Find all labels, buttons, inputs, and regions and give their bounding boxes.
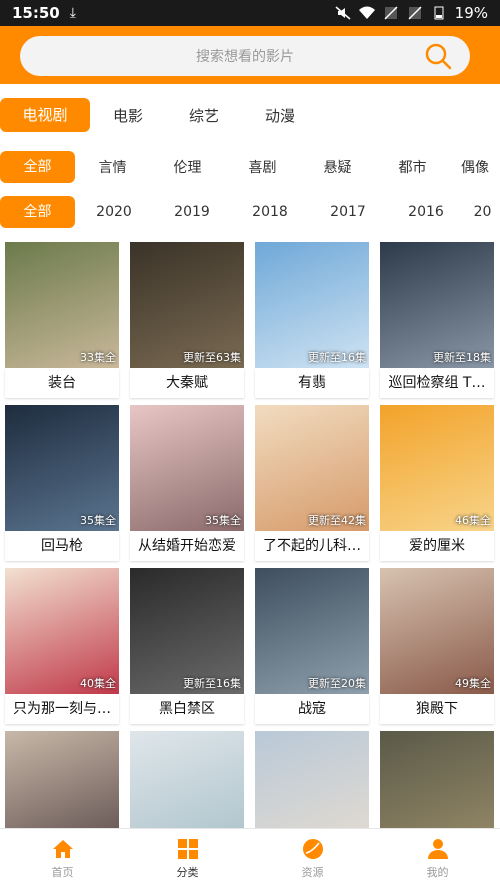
show-card[interactable]: 更新至18集巡回检察组 T…	[380, 242, 494, 398]
year-2016[interactable]: 2016	[387, 204, 465, 220]
genre-filter: 全部 言情 伦理 喜剧 悬疑 都市 偶像	[0, 151, 500, 183]
header: 搜索想看的影片	[0, 26, 500, 84]
episode-badge: 33集全	[80, 351, 116, 364]
search-icon[interactable]	[424, 42, 452, 70]
show-card[interactable]: 更新至16集黑白禁区	[130, 568, 244, 724]
show-poster[interactable]: 33集全	[5, 242, 119, 368]
year-2018[interactable]: 2018	[231, 204, 309, 220]
episode-badge: 更新至18集	[433, 351, 491, 364]
nav-category[interactable]: 分类	[125, 829, 250, 888]
show-poster[interactable]: 35集全	[5, 405, 119, 531]
episode-badge: 40集全	[80, 677, 116, 690]
show-poster[interactable]: 更新至42集	[255, 405, 369, 531]
episode-badge: 35集全	[80, 514, 116, 527]
episode-badge: 35集全	[205, 514, 241, 527]
show-poster[interactable]: 46集全	[380, 405, 494, 531]
episode-badge: 46集全	[455, 514, 491, 527]
show-card[interactable]: 更新至16集有翡	[255, 242, 369, 398]
wifi-icon	[358, 6, 375, 19]
show-card[interactable]: 49集全狼殿下	[380, 568, 494, 724]
year-filter: 全部 2020 2019 2018 2017 2016 20	[0, 196, 500, 228]
signal-icon	[384, 6, 398, 20]
show-poster[interactable]: 49集全	[380, 568, 494, 694]
nav-resource-label: 资源	[301, 865, 324, 879]
show-poster[interactable]: 更新至20集	[255, 568, 369, 694]
signal-icon-2	[408, 6, 422, 20]
episode-badge: 更新至16集	[183, 677, 241, 690]
show-poster[interactable]: 更新至16集	[130, 568, 244, 694]
show-poster[interactable]: 更新至18集	[380, 242, 494, 368]
show-title[interactable]: 狼殿下	[380, 694, 494, 724]
nav-home-label: 首页	[51, 865, 74, 879]
tab-tv-series[interactable]: 电视剧	[0, 98, 90, 132]
show-title[interactable]: 只为那一刻与…	[5, 694, 119, 724]
episode-badge: 更新至20集	[308, 677, 366, 690]
nav-category-label: 分类	[176, 865, 199, 879]
genre-romance[interactable]: 言情	[75, 157, 150, 177]
genre-all[interactable]: 全部	[0, 151, 75, 183]
show-poster[interactable]: 更新至63集	[130, 242, 244, 368]
show-title[interactable]: 战寇	[255, 694, 369, 724]
show-poster[interactable]: 35集全	[130, 405, 244, 531]
show-title[interactable]: 回马枪	[5, 531, 119, 561]
show-card[interactable]: 46集全爱的厘米	[380, 405, 494, 561]
genre-urban[interactable]: 都市	[375, 157, 450, 177]
show-title[interactable]: 大秦赋	[130, 368, 244, 398]
genre-ethics[interactable]: 伦理	[150, 157, 225, 177]
category-tabs: 电视剧 电影 综艺 动漫	[0, 98, 500, 132]
nav-home[interactable]: 首页	[0, 829, 125, 888]
home-icon	[52, 839, 73, 858]
search-input[interactable]: 搜索想看的影片	[20, 36, 470, 76]
episode-badge: 更新至63集	[183, 351, 241, 364]
episode-badge: 49集全	[455, 677, 491, 690]
genre-comedy[interactable]: 喜剧	[225, 157, 300, 177]
search-placeholder: 搜索想看的影片	[196, 49, 294, 65]
category-icon	[177, 838, 198, 859]
show-title[interactable]: 了不起的儿科…	[255, 531, 369, 561]
year-2017[interactable]: 2017	[309, 204, 387, 220]
show-title[interactable]: 有翡	[255, 368, 369, 398]
status-bar: 15:50 ⤓ 19%	[0, 0, 500, 26]
download-icon: ⤓	[69, 5, 76, 21]
nav-profile-label: 我的	[426, 865, 449, 879]
show-title[interactable]: 从结婚开始恋爱	[130, 531, 244, 561]
battery-icon	[434, 6, 444, 20]
show-title[interactable]: 爱的厘米	[380, 531, 494, 561]
genre-mystery[interactable]: 悬疑	[300, 157, 375, 177]
show-card[interactable]: 35集全从结婚开始恋爱	[130, 405, 244, 561]
show-card[interactable]: 33集全装台	[5, 242, 119, 398]
nav-profile[interactable]: 我的	[375, 829, 500, 888]
tab-anime[interactable]: 动漫	[242, 105, 318, 126]
battery-level: 19%	[454, 4, 488, 22]
year-more[interactable]: 20	[465, 204, 500, 220]
show-poster[interactable]: 更新至16集	[255, 242, 369, 368]
resource-icon	[302, 838, 323, 859]
show-card[interactable]: 更新至42集了不起的儿科…	[255, 405, 369, 561]
show-title[interactable]: 巡回检察组 T…	[380, 368, 494, 398]
show-title[interactable]: 黑白禁区	[130, 694, 244, 724]
genre-idol[interactable]: 偶像	[450, 157, 500, 177]
show-card[interactable]: 更新至20集战寇	[255, 568, 369, 724]
year-2019[interactable]: 2019	[153, 204, 231, 220]
episode-badge: 更新至16集	[308, 351, 366, 364]
status-time: 15:50	[12, 4, 60, 22]
tab-movie[interactable]: 电影	[90, 105, 166, 126]
bottom-nav: 首页 分类 资源 我的	[0, 828, 500, 888]
show-card[interactable]: 35集全回马枪	[5, 405, 119, 561]
mute-icon	[335, 6, 351, 20]
show-poster[interactable]: 40集全	[5, 568, 119, 694]
year-all[interactable]: 全部	[0, 196, 75, 228]
year-2020[interactable]: 2020	[75, 204, 153, 220]
episode-badge: 更新至42集	[308, 514, 366, 527]
show-card[interactable]: 更新至63集大秦赋	[130, 242, 244, 398]
show-card[interactable]: 40集全只为那一刻与…	[5, 568, 119, 724]
tab-variety[interactable]: 综艺	[166, 105, 242, 126]
profile-icon	[427, 838, 448, 859]
nav-resource[interactable]: 资源	[250, 829, 375, 888]
show-title[interactable]: 装台	[5, 368, 119, 398]
